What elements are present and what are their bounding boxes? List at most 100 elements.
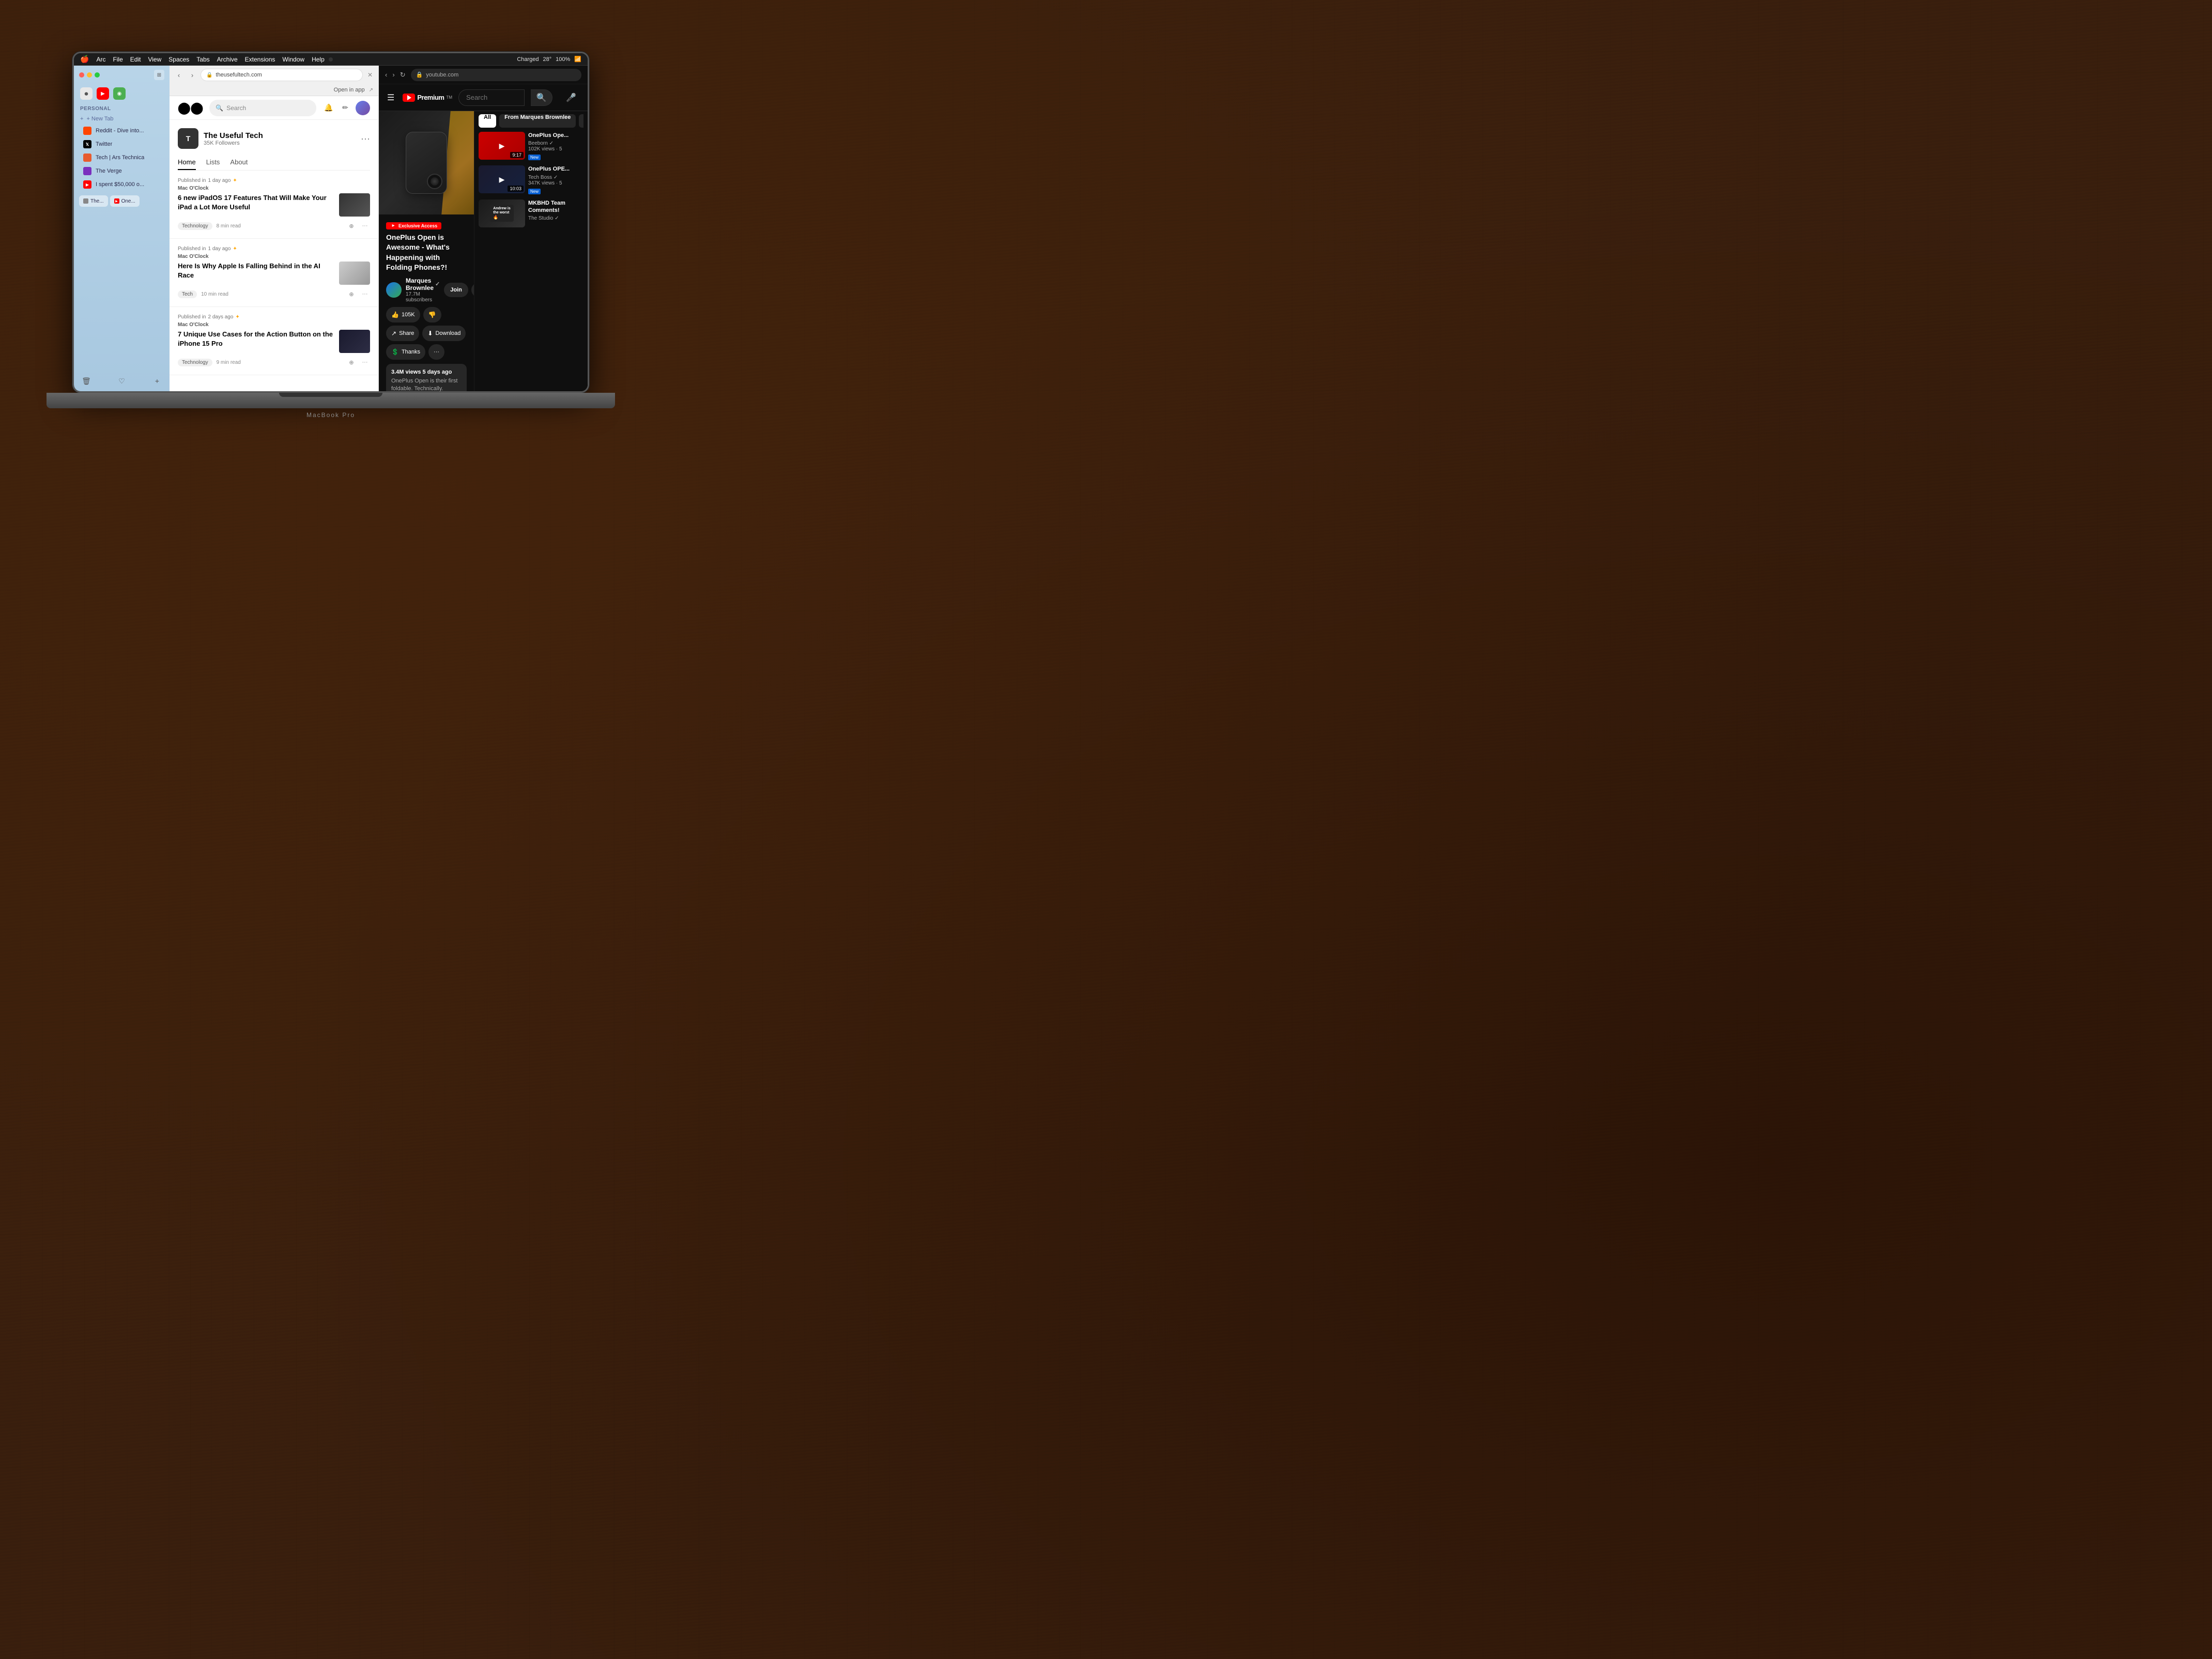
yt-share-btn[interactable]: ↗ Share xyxy=(386,326,419,341)
menu-window[interactable]: Window xyxy=(282,56,304,63)
yt-mic-icon[interactable]: 🎤 xyxy=(563,89,579,106)
yt-video-description[interactable]: 3.4M views 5 days ago OnePlus Open is th… xyxy=(386,364,467,391)
menu-help[interactable]: Help xyxy=(312,56,325,63)
yt-channel-avatar[interactable] xyxy=(386,282,402,298)
yt-channel-row: Marques Brownlee ✓ 17.7M subscribers Joi… xyxy=(386,277,467,303)
article-time-2: 2 days ago xyxy=(208,314,233,320)
menu-tabs[interactable]: Tabs xyxy=(196,56,209,63)
yt-search-button[interactable]: 🔍 xyxy=(531,89,552,106)
yt-thanks-btn[interactable]: 💲 Thanks xyxy=(386,344,425,360)
article-time-0: 1 day ago xyxy=(208,178,231,183)
article-save-btn-0[interactable]: ⊕ xyxy=(346,221,357,231)
arc-pinned-app[interactable]: ◉ xyxy=(113,87,126,100)
arc-add-tab[interactable]: + + New Tab xyxy=(74,114,170,124)
yt-video-player[interactable] xyxy=(379,111,474,214)
medium-search-bar[interactable]: 🔍 Search xyxy=(209,100,316,116)
arc-bottom-bar: 🗑 ♡ + xyxy=(74,371,170,391)
medium-address-bar[interactable]: 🔒 theusefultech.com xyxy=(201,69,363,81)
traffic-light-close[interactable] xyxy=(79,72,84,78)
phone-camera xyxy=(427,174,442,189)
open-in-app-label[interactable]: Open in app xyxy=(334,87,365,93)
pub-tab-home[interactable]: Home xyxy=(178,155,196,170)
pub-tab-about[interactable]: About xyxy=(230,155,248,170)
sidebar-item-verge[interactable]: The Verge xyxy=(77,165,166,177)
arc-pinned-record[interactable]: ⏺ xyxy=(80,87,93,100)
twitter-tab-label: Twitter xyxy=(96,141,112,147)
yt-video-info: ▶ Exclusive Access OnePlus Open is Aweso… xyxy=(379,214,474,391)
yt-like-btn[interactable]: 👍 105K xyxy=(386,307,420,322)
medium-back-btn[interactable]: ‹ xyxy=(174,70,184,80)
menu-spaces[interactable]: Spaces xyxy=(168,56,189,63)
article-item-2[interactable]: Published in 2 days ago ✦ Mac O'Clock 7 … xyxy=(170,307,378,375)
article-more-btn-0[interactable]: ··· xyxy=(360,221,370,231)
yt-sidebar-tab-more[interactable]: Sa xyxy=(579,114,583,128)
yt-hamburger-icon[interactable]: ☰ xyxy=(387,93,394,103)
arc-mini-tab-0[interactable]: The... xyxy=(79,195,108,207)
apple-menu[interactable]: 🍎 xyxy=(80,55,89,64)
yt-rec-item-0[interactable]: ▶ 9:17 OnePlus Ope... Beeborn ✓ 102K vie… xyxy=(479,132,583,161)
menu-archive[interactable]: Archive xyxy=(217,56,238,63)
menu-view[interactable]: View xyxy=(148,56,161,63)
menu-extensions[interactable]: Extensions xyxy=(245,56,275,63)
sidebar-item-ars[interactable]: Tech | Ars Technica xyxy=(77,151,166,164)
yt-rec-item-2[interactable]: Andrew is the worst 🔥 MKBHD Team Comment… xyxy=(479,199,583,227)
medium-write-icon[interactable]: ✏ xyxy=(339,102,351,114)
article-tag-1[interactable]: Tech xyxy=(178,290,197,298)
article-item[interactable]: Published in 1 day ago ✦ Mac O'Clock 6 n… xyxy=(170,171,378,239)
medium-close-btn[interactable]: ✕ xyxy=(366,71,374,79)
article-tag-0[interactable]: Technology xyxy=(178,222,212,230)
verified-checkmark: ✓ xyxy=(435,281,440,287)
article-more-btn-1[interactable]: ··· xyxy=(360,289,370,299)
yt-sidebar-tab-all[interactable]: All xyxy=(479,114,496,128)
yt-forward-btn[interactable]: › xyxy=(392,71,394,79)
sidebar-toggle-icon[interactable]: ⊞ xyxy=(154,70,164,80)
article-row-2: 7 Unique Use Cases for the Action Button… xyxy=(178,330,370,353)
sidebar-item-youtube-video[interactable]: ▶ I spent $50,000 o... xyxy=(77,178,166,191)
article-boost-0: ✦ xyxy=(233,178,237,183)
article-item-1[interactable]: Published in 1 day ago ✦ Mac O'Clock Her… xyxy=(170,239,378,307)
article-tag-2[interactable]: Technology xyxy=(178,359,212,366)
menu-arc[interactable]: Arc xyxy=(96,56,105,63)
pub-tab-lists[interactable]: Lists xyxy=(206,155,220,170)
yt-rec-info-1: OnePlus OPE... Tech Boss ✓ 347K views · … xyxy=(528,165,583,195)
yt-back-btn[interactable]: ‹ xyxy=(385,71,387,79)
verge-favicon xyxy=(83,167,91,175)
yt-rec-item-1[interactable]: ▶ 10:03 OnePlus OPE... Tech Boss ✓ 347K … xyxy=(479,165,583,195)
heart-icon[interactable]: ♡ xyxy=(116,375,128,387)
yt-channel-name[interactable]: Marques Brownlee ✓ xyxy=(406,277,440,291)
yt-url-bar[interactable]: 🔒 youtube.com xyxy=(411,69,581,81)
article-published-2: Published in xyxy=(178,314,206,320)
rec-thumb-bg-2: Andrew is the worst 🔥 xyxy=(479,199,525,227)
menu-edit[interactable]: Edit xyxy=(130,56,141,63)
yt-sidebar-tab-channel[interactable]: From Marques Brownlee xyxy=(499,114,576,128)
yt-join-btn[interactable]: Join xyxy=(444,283,468,297)
article-save-btn-2[interactable]: ⊕ xyxy=(346,357,357,367)
arc-pinned-youtube[interactable]: ▶ xyxy=(97,87,109,100)
traffic-light-minimize[interactable] xyxy=(87,72,92,78)
medium-profile-avatar[interactable] xyxy=(356,101,370,115)
pub-more-btn[interactable]: ··· xyxy=(361,133,370,144)
article-published-1: Published in xyxy=(178,246,206,252)
yt-logo[interactable]: Premium TM xyxy=(403,94,452,102)
yt-more-btn[interactable]: ··· xyxy=(428,344,444,360)
menu-file[interactable]: File xyxy=(113,56,122,63)
yt-dislike-btn[interactable]: 👎 xyxy=(423,307,441,322)
sidebar-item-reddit[interactable]: Reddit - Dive into... xyxy=(77,125,166,137)
article-boost-1: ✦ xyxy=(233,246,237,252)
traffic-light-fullscreen[interactable] xyxy=(95,72,100,78)
yt-search-input[interactable] xyxy=(466,94,517,101)
medium-bell-icon[interactable]: 🔔 xyxy=(322,102,335,114)
yt-search-bar[interactable] xyxy=(458,89,525,106)
medium-forward-btn[interactable]: › xyxy=(187,70,197,80)
arc-mini-tab-1[interactable]: ▶ One... xyxy=(110,195,140,207)
article-more-btn-2[interactable]: ··· xyxy=(360,357,370,367)
yt-refresh-btn[interactable]: ↻ xyxy=(400,71,406,79)
plus-new-icon[interactable]: + xyxy=(151,375,163,387)
trash-icon[interactable]: 🗑 xyxy=(80,375,93,387)
medium-logo[interactable]: ⬤⬤ xyxy=(178,101,203,115)
yt-download-btn[interactable]: ⬇ Download xyxy=(422,326,466,341)
sidebar-item-twitter[interactable]: 𝕏 Twitter xyxy=(77,138,166,150)
arc-section-label: Personal xyxy=(74,103,170,114)
browser-area: ⊞ ⏺ ▶ ◉ Per xyxy=(74,66,588,391)
article-save-btn-1[interactable]: ⊕ xyxy=(346,289,357,299)
